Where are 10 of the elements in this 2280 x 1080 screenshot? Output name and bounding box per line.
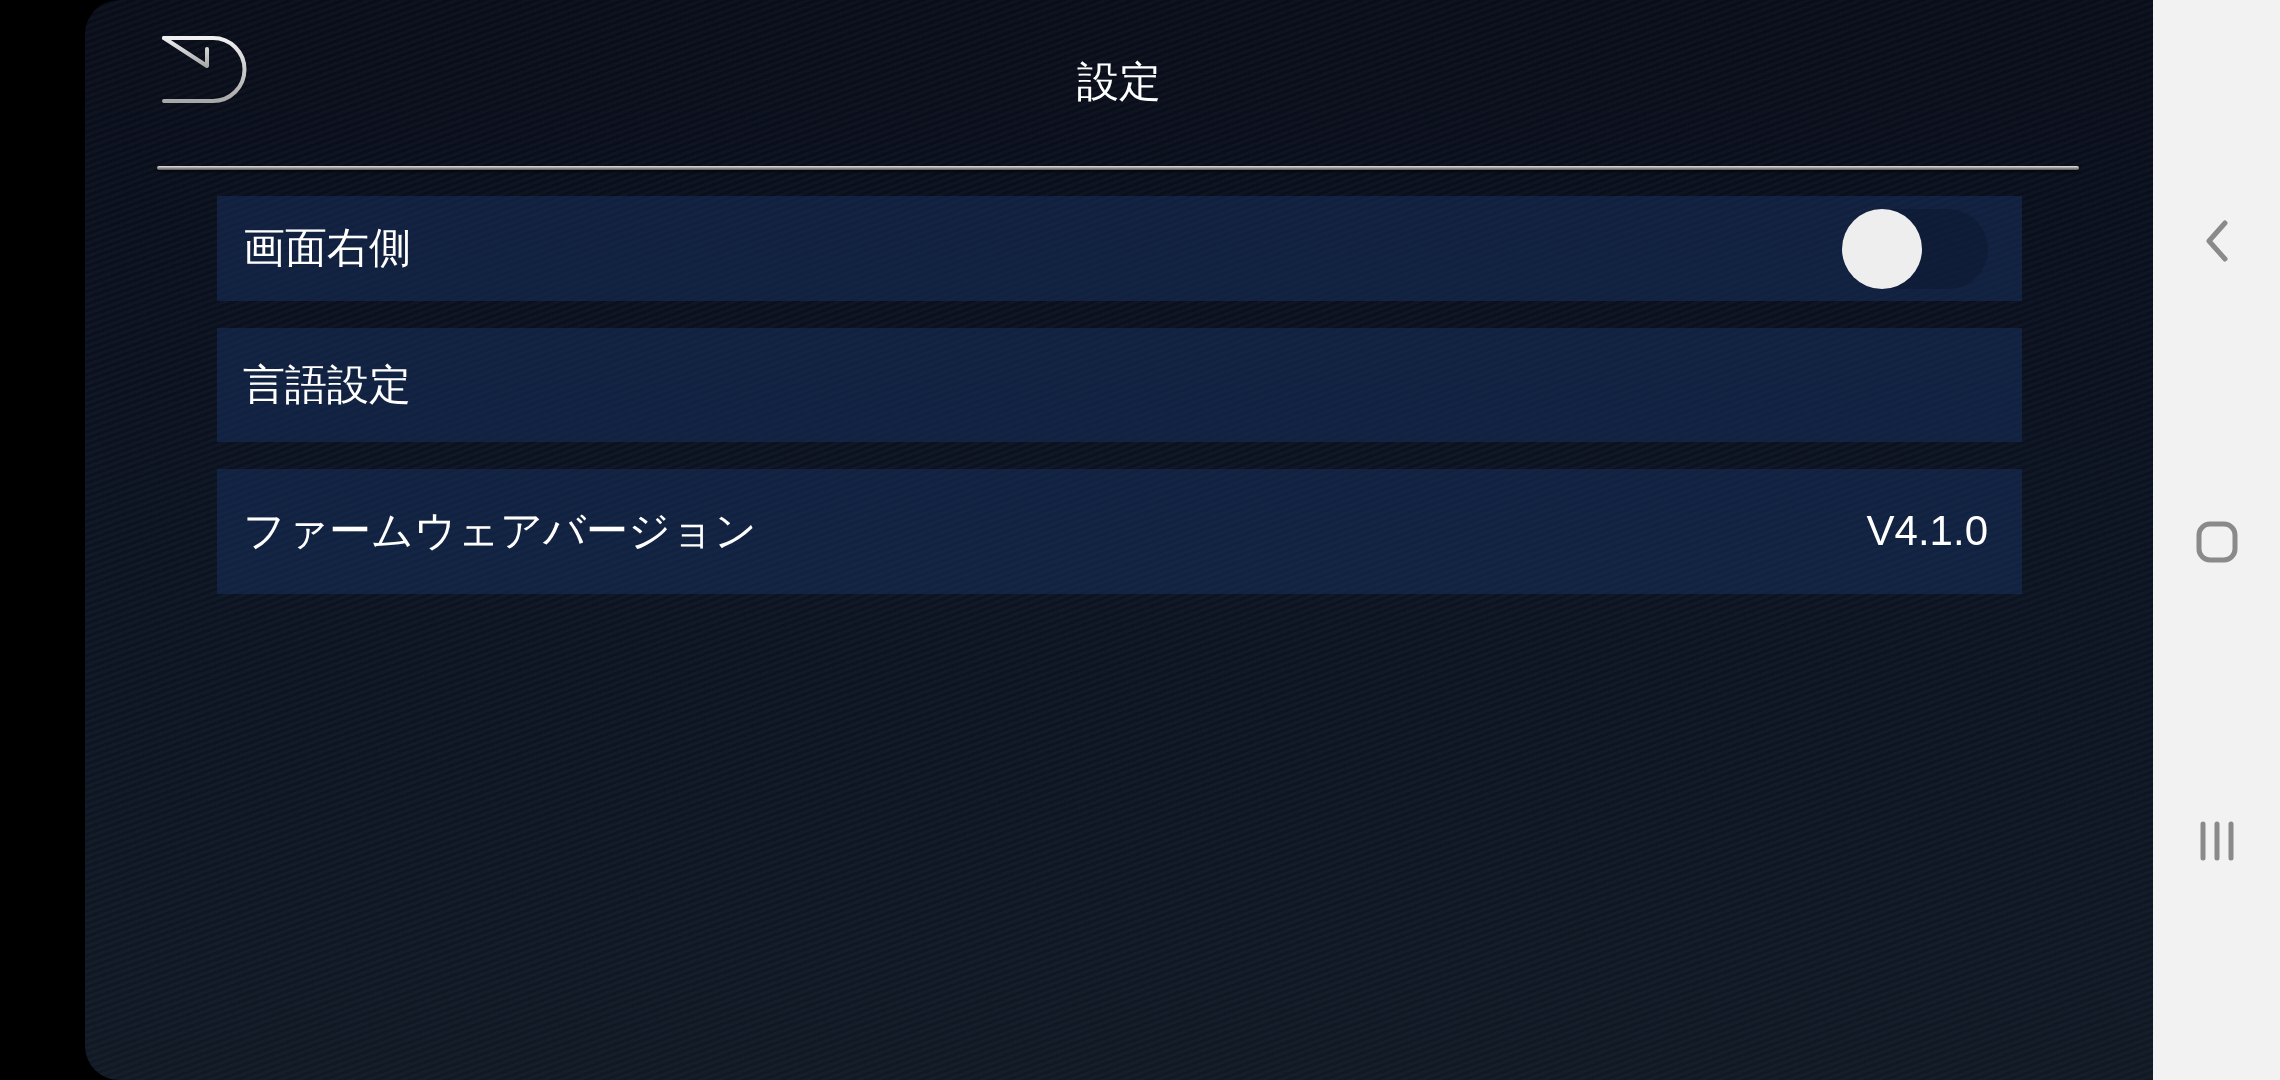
- setting-label: 画面右側: [243, 223, 411, 274]
- setting-label: 言語設定: [243, 359, 411, 411]
- back-icon[interactable]: [2203, 219, 2230, 263]
- home-icon[interactable]: [2195, 521, 2238, 563]
- version-value: V4.1.0: [1866, 506, 1988, 557]
- screen-title: 設定: [1077, 59, 1161, 106]
- settings-row[interactable]: 画面右側: [217, 196, 2022, 301]
- settings-row[interactable]: ファームウェアバージョン V4.1.0: [217, 469, 2022, 594]
- settings-row[interactable]: 言語設定: [217, 328, 2022, 442]
- setting-label: ファームウェアバージョン: [243, 506, 757, 557]
